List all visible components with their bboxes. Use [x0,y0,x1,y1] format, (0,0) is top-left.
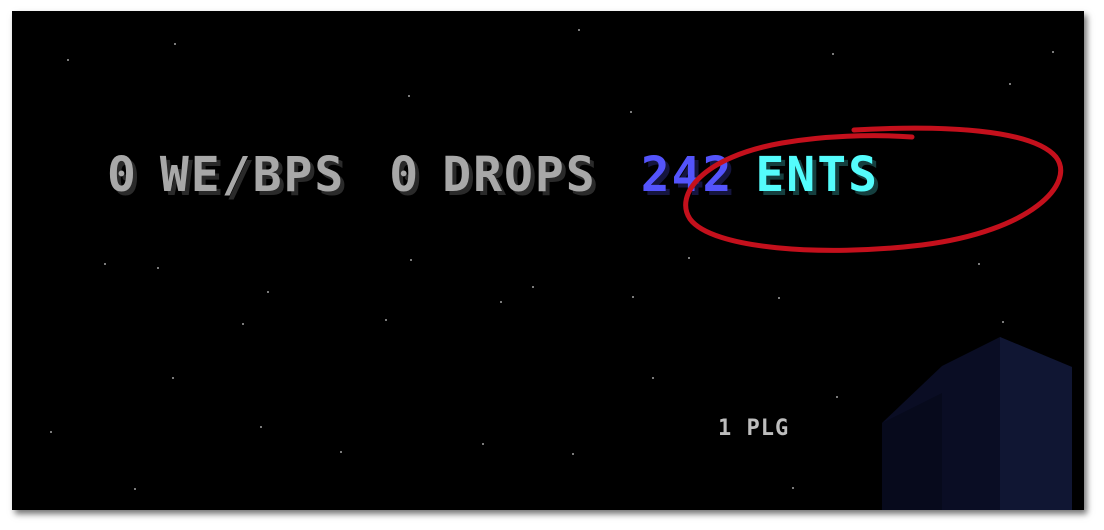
distant-block-silhouette [882,337,1072,510]
drops-label: DROPS [442,147,597,203]
drops-value: 0 [389,147,421,203]
we-bps-label: WE/BPS [159,147,346,203]
player-count-text: 1 PLG [718,416,790,441]
game-viewport: 0 WE/BPS 0 DROPS 242 ENTS 1 PLG [12,11,1084,510]
hud-stats-line: 0 WE/BPS 0 DROPS 242 ENTS [107,151,879,199]
ents-value: 242 [640,147,734,203]
we-bps-value: 0 [107,147,138,203]
ents-label: ENTS [755,147,879,203]
